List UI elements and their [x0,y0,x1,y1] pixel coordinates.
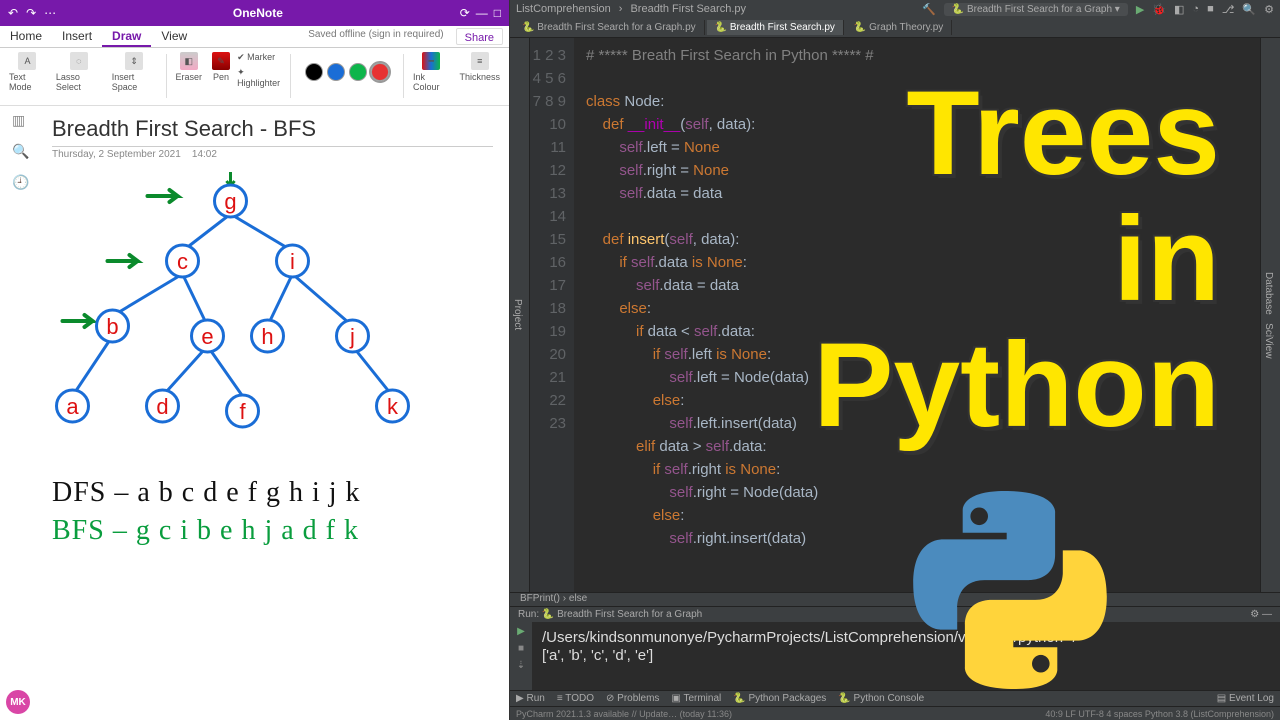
color-black[interactable] [305,63,323,81]
code-breadcrumb[interactable]: BFPrint() › else [510,592,1280,606]
onenote-app-title: OneNote [56,6,460,20]
line-numbers: 1 2 3 4 5 6 7 8 9 10 11 12 13 14 15 16 1… [530,38,574,592]
svg-text:f: f [239,399,246,424]
editor-tabs: 🐍 Breadth First Search for a Graph.py 🐍 … [510,18,1280,38]
code-body[interactable]: # ***** Breath First Search in Python **… [574,38,1260,592]
bottom-todo[interactable]: ≡ TODO [557,693,594,704]
share-button[interactable]: Share [456,28,503,45]
user-avatar[interactable]: MK [6,690,30,714]
profile-icon[interactable]: ◔ [1192,3,1199,15]
ink-colour-button[interactable]: ━Ink Colour [410,52,452,92]
sync-icon[interactable]: ⟳ [460,6,470,20]
run-label: Run: [518,609,539,620]
tab-view[interactable]: View [151,26,197,47]
svg-text:g: g [224,189,236,214]
highlighter-button[interactable]: ✦ Highlighter [237,67,284,88]
color-green[interactable] [349,63,367,81]
code-editor[interactable]: 1 2 3 4 5 6 7 8 9 10 11 12 13 14 15 16 1… [530,38,1260,592]
coverage-icon[interactable]: ◧ [1174,3,1184,16]
bottom-pyconsole[interactable]: 🐍 Python Console [838,693,924,704]
debug-icon[interactable]: 🐞 [1152,3,1166,16]
lasso-button[interactable]: ◌Lasso Select [53,52,105,92]
onenote-tabs: Home Insert Draw View Saved offline (sig… [0,26,509,48]
draw-ribbon: AText Mode ◌Lasso Select ⇕Insert Space ◧… [0,48,509,106]
tab-draw[interactable]: Draw [102,26,151,47]
status-bar: PyCharm 2021.1.3 available // Update… (t… [510,706,1280,720]
crumb-project[interactable]: ListComprehension [516,3,611,15]
pycharm-window: ListComprehension› Breadth First Search.… [510,0,1280,720]
dfs-text: DFS – a b c d e f g h i j k [52,477,493,509]
tree-diagram: g c i b e h j a d f k [52,166,493,466]
console-panel: ▶ ■ ⇣ /Users/kindsonmunonye/PycharmProje… [510,622,1280,690]
window-min-icon[interactable]: — [476,6,488,20]
gear-icon[interactable]: ⚙ [1250,609,1259,620]
project-tool-button[interactable]: Project [510,38,530,592]
onenote-titlebar: ↶ ↷ ⋯ OneNote ⟳ — □ [0,0,509,26]
svg-text:d: d [156,394,168,419]
git-icon[interactable]: ⎇ [1222,3,1235,16]
color-red[interactable] [371,63,389,81]
undo-icon[interactable]: ↶ [8,6,18,20]
database-tool-button[interactable]: Database SciView [1260,38,1280,592]
run-config-selector[interactable]: 🐍 Breadth First Search for a Graph ▾ [944,3,1128,16]
editor-tab[interactable]: 🐍 Graph Theory.py [846,20,952,35]
bfs-text: BFS – g c i b e h j a d f k [52,515,493,547]
more-icon[interactable]: ⋯ [44,6,56,20]
svg-text:h: h [261,324,273,349]
thickness-button[interactable]: ≡Thickness [457,52,504,82]
tab-home[interactable]: Home [0,26,52,47]
rerun-icon[interactable]: ▶ [517,626,525,637]
ide-navbar: ListComprehension› Breadth First Search.… [510,0,1280,18]
console-output[interactable]: /Users/kindsonmunonye/PycharmProjects/Li… [532,622,1280,690]
text-mode-button[interactable]: AText Mode [6,52,49,92]
stop-icon[interactable]: ■ [518,643,524,654]
ide-body: Project 1 2 3 4 5 6 7 8 9 10 11 12 13 14… [510,38,1280,592]
pen-button[interactable]: ✎Pen [209,52,233,82]
svg-text:c: c [177,249,188,274]
svg-text:b: b [106,314,118,339]
bottom-pypackages[interactable]: 🐍 Python Packages [733,693,826,704]
search-icon[interactable]: 🔍 [1242,3,1256,16]
run-icon[interactable]: ▶ [1136,3,1144,16]
bottom-toolbar: ▶ Run ≡ TODO ⊘ Problems ▣ Terminal 🐍 Pyt… [510,690,1280,706]
down-icon[interactable]: ⇣ [517,660,525,671]
color-blue[interactable] [327,63,345,81]
svg-text:k: k [387,394,399,419]
color-picker [297,52,397,92]
svg-text:a: a [66,394,79,419]
bottom-terminal[interactable]: ▣ Terminal [671,693,721,704]
svg-text:j: j [349,324,355,349]
hammer-icon[interactable]: 🔨 [922,3,936,16]
redo-icon[interactable]: ↷ [26,6,36,20]
run-tool-header: Run: 🐍 Breadth First Search for a Graph … [510,606,1280,622]
window-max-icon[interactable]: □ [494,6,501,20]
onenote-window: ↶ ↷ ⋯ OneNote ⟳ — □ Home Insert Draw Vie… [0,0,510,720]
status-right[interactable]: 40:9 LF UTF-8 4 spaces Python 3.8 (ListC… [1045,709,1274,719]
stop-icon[interactable]: ■ [1207,3,1214,15]
marker-button[interactable]: ✔ Marker [237,52,284,63]
editor-tab[interactable]: 🐍 Breadth First Search for a Graph.py [514,20,705,35]
svg-text:e: e [201,324,213,349]
note-title[interactable]: Breadth First Search - BFS [52,116,493,147]
console-toolbar: ▶ ■ ⇣ [510,622,532,690]
insert-space-button[interactable]: ⇕Insert Space [109,52,160,92]
note-date: Thursday, 2 September 2021 14:02 [52,149,493,160]
run-tab[interactable]: 🐍 Breadth First Search for a Graph [542,609,702,620]
hide-icon[interactable]: — [1262,609,1272,620]
event-log-button[interactable]: ▤ Event Log [1217,693,1274,704]
settings-icon[interactable]: ⚙ [1264,3,1274,16]
status-update[interactable]: PyCharm 2021.1.3 available // Update… (t… [516,709,732,719]
bottom-run[interactable]: ▶ Run [516,693,545,704]
save-status: Saved offline (sign in required) [302,26,449,47]
note-canvas[interactable]: Breadth First Search - BFS Thursday, 2 S… [0,106,509,720]
crumb-file[interactable]: Breadth First Search.py [630,3,746,15]
tab-insert[interactable]: Insert [52,26,102,47]
editor-tab[interactable]: 🐍 Breadth First Search.py [707,20,844,35]
eraser-button[interactable]: ◧Eraser [173,52,206,82]
bottom-problems[interactable]: ⊘ Problems [606,693,659,704]
svg-text:i: i [290,249,295,274]
